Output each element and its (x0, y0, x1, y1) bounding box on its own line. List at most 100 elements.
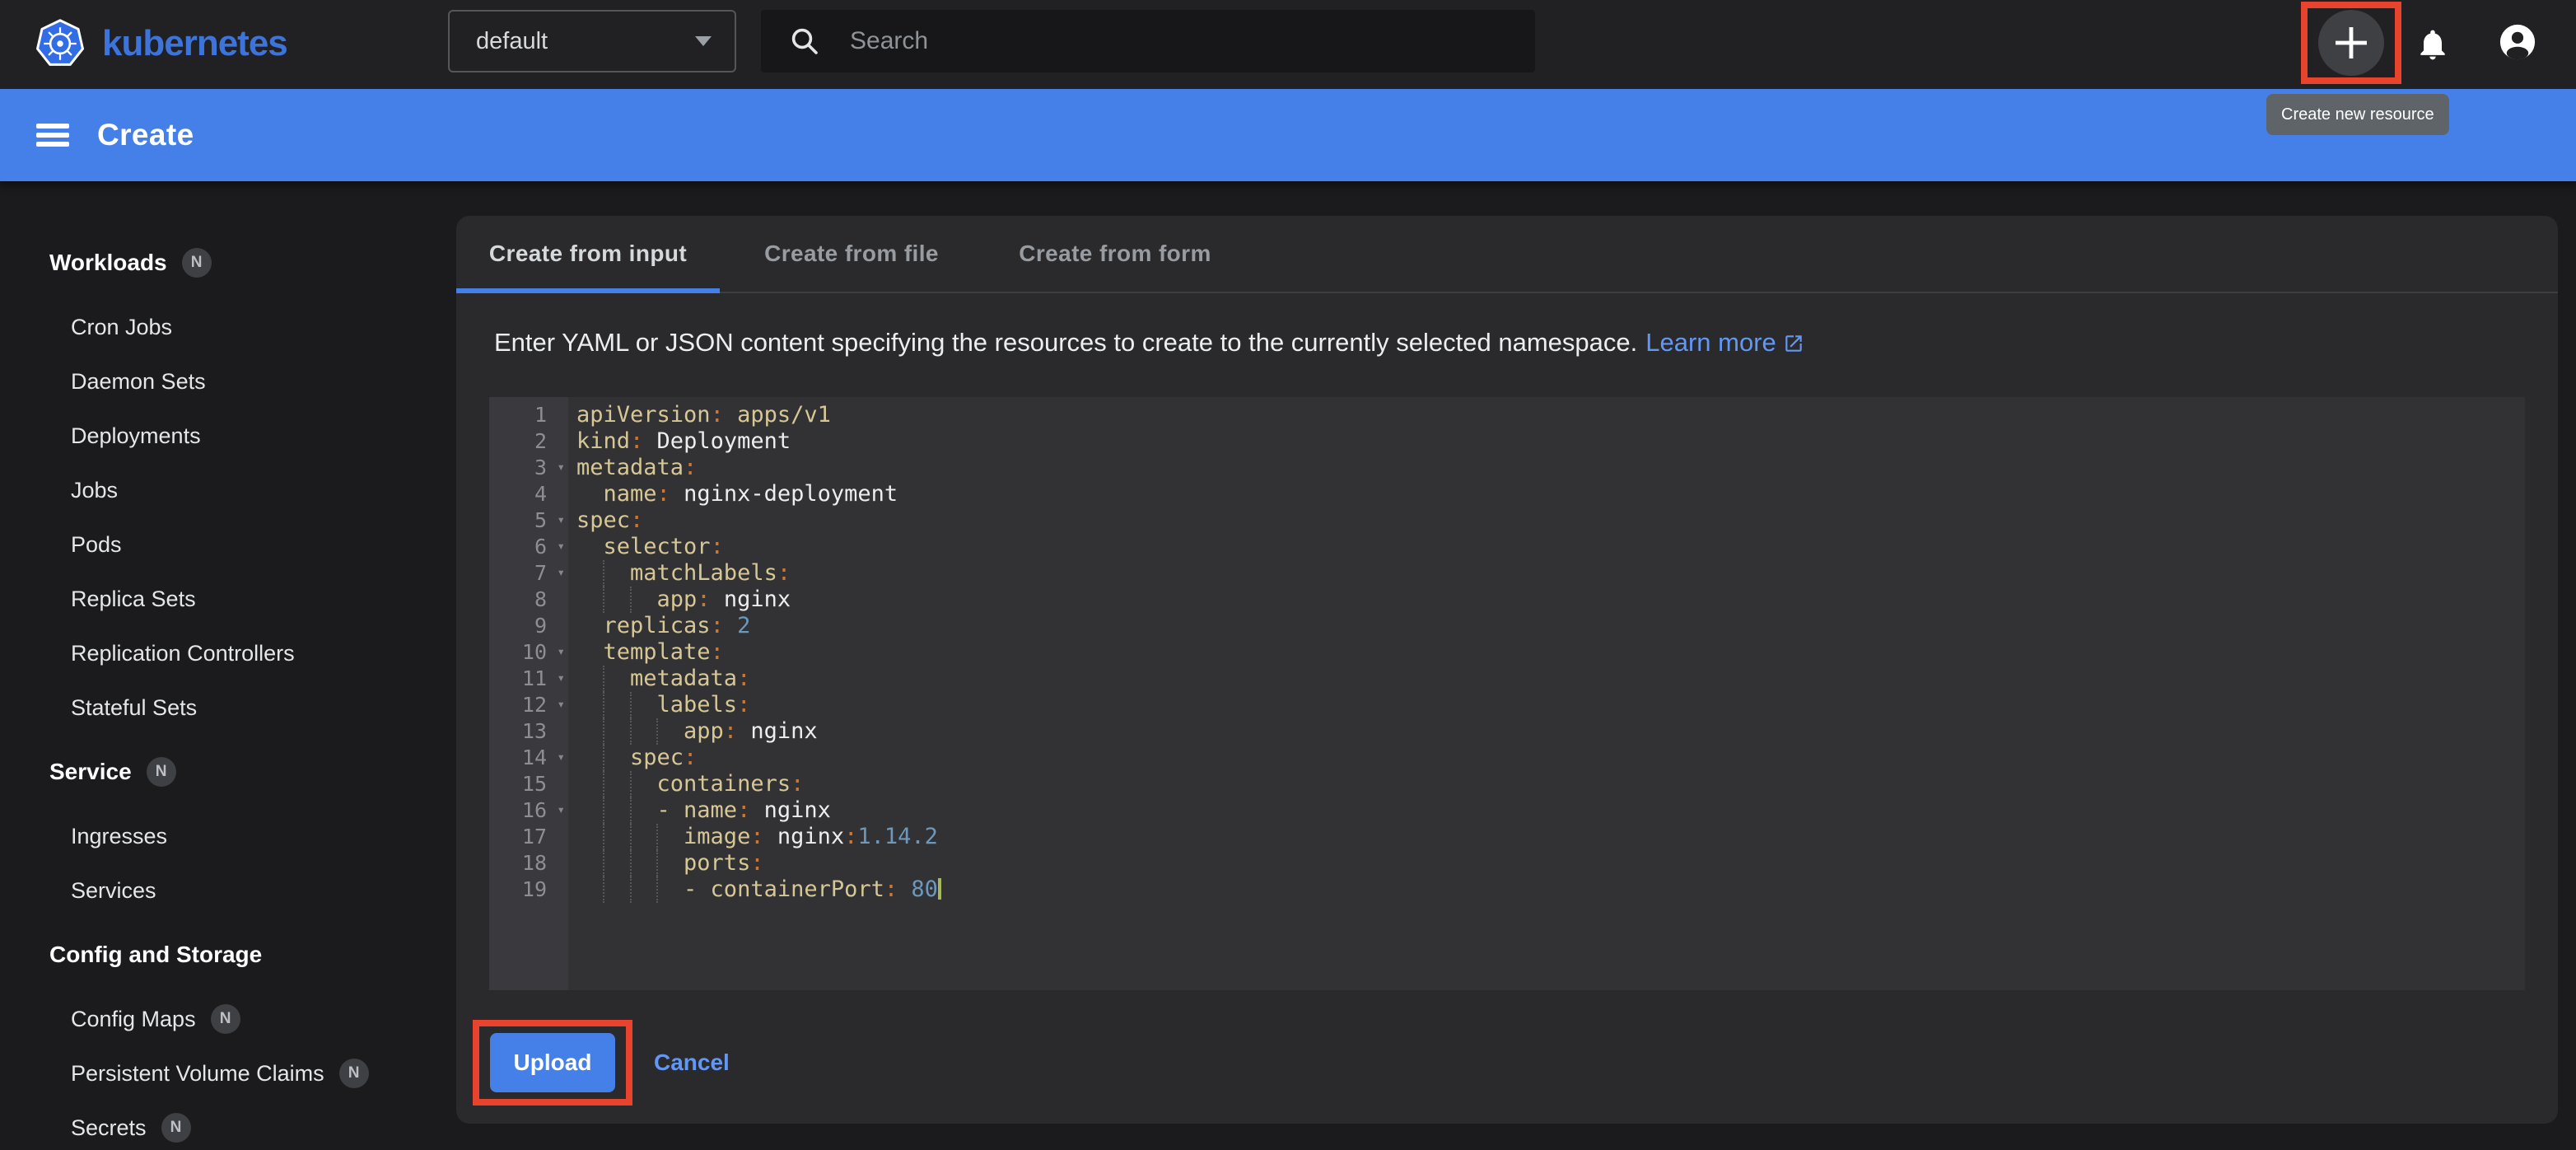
sidebar-label: Config and Storage (49, 942, 262, 968)
line-code: spec: (568, 745, 697, 771)
indent-guide (603, 718, 604, 745)
sidebar-item-replica-sets[interactable]: Replica Sets (0, 572, 456, 626)
tooltip-create-new-resource: Create new resource (2266, 94, 2449, 135)
line-code: metadata: (568, 666, 750, 692)
sidebar-label: Service (49, 759, 132, 785)
editor-line-2: 2kind: Deployment (489, 428, 2525, 455)
tab-create-from-input[interactable]: Create from input (456, 216, 720, 292)
kubernetes-dashboard: kubernetes default (0, 0, 2576, 1150)
sidebar-label: Replica Sets (71, 587, 196, 612)
fold-arrow-icon[interactable]: ▾ (557, 564, 565, 581)
sidebar-label: Secrets (71, 1115, 147, 1141)
namespace-selector[interactable]: default (448, 10, 736, 72)
tab-create-from-form[interactable]: Create from form (983, 216, 1247, 292)
sidebar-item-secrets[interactable]: SecretsN (0, 1101, 456, 1150)
indent-guide (603, 850, 604, 877)
upload-button[interactable]: Upload (490, 1033, 615, 1092)
fold-arrow-icon[interactable]: ▾ (557, 670, 565, 686)
sidebar-item-daemon-sets[interactable]: Daemon Sets (0, 354, 456, 409)
line-number: 6▾ (489, 534, 568, 560)
fold-arrow-icon[interactable]: ▾ (557, 643, 565, 660)
sidebar-item-config-maps[interactable]: Config MapsN (0, 992, 456, 1046)
sidebar-item-deployments[interactable]: Deployments (0, 409, 456, 463)
search-input[interactable] (847, 26, 1440, 57)
action-bar: Create (0, 89, 2576, 181)
editor-line-1: 1apiVersion: apps/v1 (489, 402, 2525, 428)
sidebar-label: Stateful Sets (71, 695, 197, 721)
fold-arrow-icon[interactable]: ▾ (557, 696, 565, 713)
menu-button[interactable] (36, 124, 69, 147)
notifications-button[interactable] (2415, 26, 2451, 63)
bell-icon (2415, 39, 2451, 68)
namespaced-badge: N (339, 1059, 369, 1088)
open-in-new-icon (1783, 333, 1804, 354)
editor-line-6: 6▾ selector: (489, 534, 2525, 560)
sidebar-item-services[interactable]: Services (0, 863, 456, 918)
yaml-editor[interactable]: 1apiVersion: apps/v12kind: Deployment3▾m… (489, 397, 2525, 990)
indent-guide (603, 824, 604, 850)
search-box[interactable] (761, 10, 1535, 72)
brand[interactable]: kubernetes (33, 16, 287, 71)
sidebar-nav: WorkloadsN Cron Jobs Daemon Sets Deployment… (0, 181, 456, 1150)
sidebar-item-jobs[interactable]: Jobs (0, 463, 456, 517)
sidebar-label: Persistent Volume Claims (71, 1061, 324, 1087)
hamburger-icon (36, 124, 69, 129)
tab-create-from-file[interactable]: Create from file (720, 216, 983, 292)
fold-arrow-icon[interactable]: ▾ (557, 749, 565, 765)
line-number: 4 (489, 481, 568, 507)
indent-guide (603, 666, 604, 692)
sidebar-item-pods[interactable]: Pods (0, 517, 456, 572)
sidebar-item-replication-controllers[interactable]: Replication Controllers (0, 626, 456, 680)
editor-line-15: 15 containers: (489, 771, 2525, 797)
account-button[interactable] (2499, 23, 2536, 61)
sidebar-label: Config Maps (71, 1007, 196, 1032)
sidebar-label: Ingresses (71, 824, 167, 849)
sidebar-item-ingresses[interactable]: Ingresses (0, 809, 456, 863)
editor-line-14: 14▾ spec: (489, 745, 2525, 771)
line-number: 12▾ (489, 692, 568, 718)
indent-guide (603, 745, 604, 771)
fold-arrow-icon[interactable]: ▾ (557, 538, 565, 554)
line-code: - name: nginx (568, 797, 831, 824)
line-code: ports: (568, 850, 764, 877)
active-tab-indicator (456, 288, 720, 293)
line-number: 8 (489, 587, 568, 613)
line-code: metadata: (568, 455, 697, 481)
fold-arrow-icon[interactable]: ▾ (557, 459, 565, 475)
fold-arrow-icon[interactable]: ▾ (557, 802, 565, 818)
fold-arrow-icon[interactable]: ▾ (557, 512, 565, 528)
annotation-highlight-upload-button: Upload (473, 1020, 632, 1106)
text-cursor (938, 878, 941, 900)
line-code: labels: (568, 692, 750, 718)
line-number: 14▾ (489, 745, 568, 771)
line-number: 10▾ (489, 639, 568, 666)
line-code: - containerPort: 80 (568, 877, 941, 903)
top-app-bar: kubernetes default (0, 0, 2576, 89)
indent-guide (603, 771, 604, 797)
sidebar-section-service[interactable]: ServiceN (0, 745, 456, 799)
sidebar-item-cron-jobs[interactable]: Cron Jobs (0, 300, 456, 354)
sidebar-item-persistent-volume-claims[interactable]: Persistent Volume Claims N (0, 1046, 456, 1101)
indent-guide (630, 718, 632, 745)
line-number: 15 (489, 771, 568, 797)
sidebar-item-stateful-sets[interactable]: Stateful Sets (0, 680, 456, 735)
line-number: 17 (489, 824, 568, 850)
line-number: 3▾ (489, 455, 568, 481)
plus-icon (2333, 25, 2369, 61)
indent-guide (603, 692, 604, 718)
sidebar-section-config-and-storage[interactable]: Config and Storage (0, 928, 456, 982)
create-new-resource-button[interactable] (2318, 10, 2384, 76)
editor-line-9: 9 replicas: 2 (489, 613, 2525, 639)
editor-line-12: 12▾ labels: (489, 692, 2525, 718)
editor-line-10: 10▾ template: (489, 639, 2525, 666)
indent-guide (656, 877, 658, 903)
line-code: app: nginx (568, 587, 791, 613)
line-code: name: nginx-deployment (568, 481, 898, 507)
editor-line-11: 11▾ metadata: (489, 666, 2525, 692)
sidebar-label: Daemon Sets (71, 369, 206, 395)
sidebar-section-workloads[interactable]: WorkloadsN (0, 236, 456, 290)
learn-more-link[interactable]: Learn more (1645, 328, 1804, 358)
cancel-button[interactable]: Cancel (654, 1020, 730, 1106)
sidebar-label: Services (71, 878, 156, 904)
editor-line-18: 18 ports: (489, 850, 2525, 877)
